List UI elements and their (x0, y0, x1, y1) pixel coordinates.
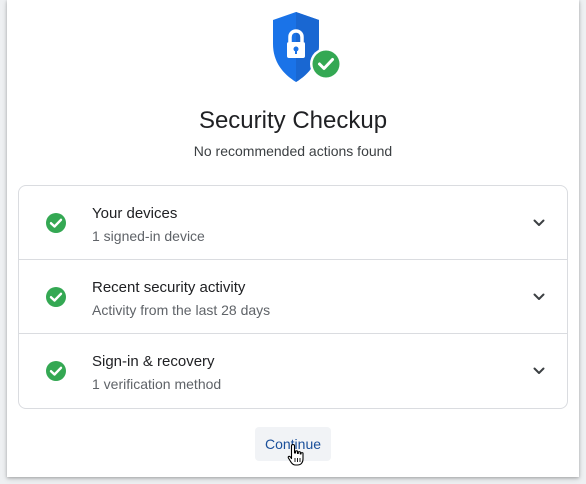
page-subtitle: No recommended actions found (193, 143, 393, 159)
chevron-down-icon[interactable] (531, 289, 547, 305)
item-subtitle: 1 signed-in device (92, 228, 205, 244)
shield-lock-check-icon (273, 12, 342, 82)
item-subtitle: 1 verification method (92, 376, 222, 392)
checkup-item-your-devices[interactable]: Your devices 1 signed-in device (19, 186, 567, 260)
checkup-item-sign-in-recovery[interactable]: Sign-in & recovery 1 verification method (19, 334, 567, 408)
security-checkup-panel: Security Checkup No recommended actions … (7, 0, 579, 477)
chevron-down-icon[interactable] (531, 363, 547, 379)
check-circle-icon (46, 213, 66, 233)
checkup-item-recent-security-activity[interactable]: Recent security activity Activity from t… (19, 260, 567, 334)
item-subtitle: Activity from the last 28 days (92, 302, 271, 318)
page-title: Security Checkup (198, 107, 388, 134)
chevron-down-icon[interactable] (531, 215, 547, 231)
item-title: Your devices (92, 205, 178, 222)
check-circle-icon (46, 287, 66, 307)
item-title: Recent security activity (92, 279, 246, 296)
check-circle-icon (46, 361, 66, 381)
hand-pointer-cursor-icon (287, 443, 304, 466)
item-title: Sign-in & recovery (92, 353, 215, 370)
checkup-items-list: Your devices 1 signed-in device Recent s… (18, 185, 568, 409)
